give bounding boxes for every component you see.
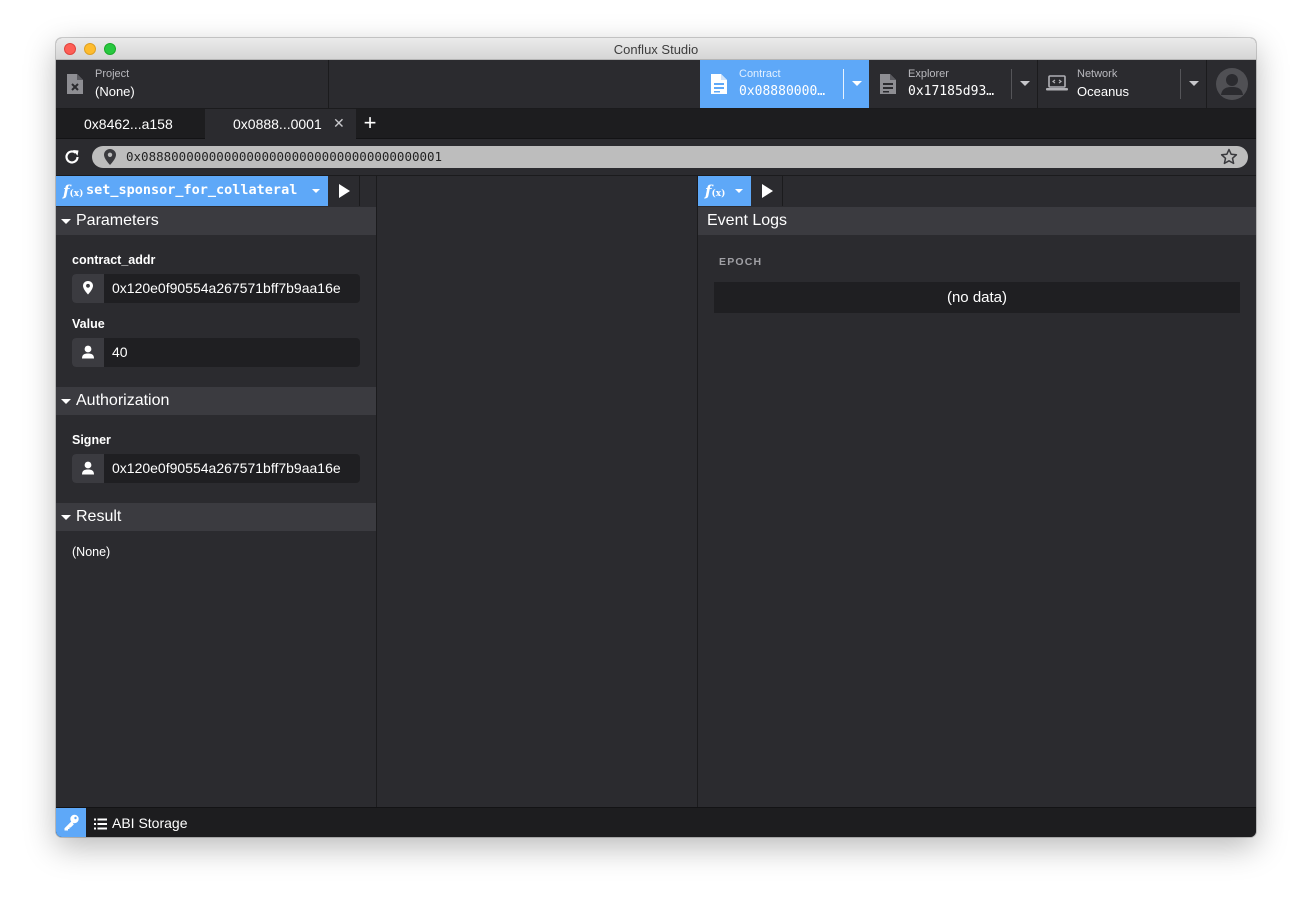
tab-label: 0x0888...0001 <box>233 116 322 132</box>
tab-0x8462[interactable]: 0x8462...a158 <box>56 109 204 139</box>
play-icon <box>762 184 773 198</box>
explorer-file-icon <box>879 73 897 95</box>
app-window: Conflux Studio Project (None) Contract 0… <box>56 38 1256 837</box>
window-titlebar: Conflux Studio <box>56 38 1256 60</box>
top-header: Project (None) Contract 0x08880000… Expl… <box>56 60 1256 109</box>
signer-label: Signer <box>72 433 111 447</box>
bottom-bar: ABI Storage <box>56 807 1256 837</box>
abi-storage-button[interactable]: ABI Storage <box>112 815 188 831</box>
explorer-value: 0x17185d93… <box>908 84 995 99</box>
address-bar: 0x08880000000000000000000000000000000000… <box>56 139 1256 176</box>
result-title: Result <box>76 508 122 525</box>
close-icon[interactable]: ✕ <box>333 115 345 132</box>
chevron-down-icon <box>735 189 743 193</box>
tab-label: 0x8462...a158 <box>84 116 173 132</box>
caret-down-icon <box>61 219 71 224</box>
map-pin-icon <box>72 274 104 303</box>
explorer-label: Explorer <box>908 68 949 80</box>
caret-down-icon <box>61 399 71 404</box>
project-value: (None) <box>95 84 135 99</box>
star-icon[interactable] <box>1220 148 1238 166</box>
file-close-icon <box>66 73 84 95</box>
contract-addr-value: 0x120e0f90554a267571bff7b9aa16e <box>112 280 341 296</box>
reload-icon[interactable] <box>62 147 82 167</box>
chevron-down-icon <box>1020 81 1030 86</box>
key-icon <box>64 814 79 831</box>
laptop-code-icon <box>1046 74 1068 96</box>
run-button[interactable] <box>328 176 360 206</box>
function-bar: f(x) set_sponsor_for_collateral <box>56 176 376 208</box>
user-icon <box>72 338 104 367</box>
event-function-bar: f(x) <box>698 176 1256 208</box>
value-label: Value <box>72 317 105 331</box>
explorer-selector[interactable]: Explorer 0x17185d93… <box>869 60 1038 108</box>
authorization-title: Authorization <box>76 392 170 409</box>
network-label: Network <box>1077 68 1118 80</box>
event-logs-panel: f(x) Event Logs EPOCH (no data) <box>698 176 1256 807</box>
network-value: Oceanus <box>1077 84 1130 99</box>
network-selector[interactable]: Network Oceanus <box>1038 60 1207 108</box>
contract-value: 0x08880000… <box>739 84 826 99</box>
project-label: Project <box>95 68 130 80</box>
event-logs-title: Event Logs <box>707 212 788 229</box>
function-icon: f(x) <box>705 182 726 200</box>
signer-field[interactable]: 0x120e0f90554a267571bff7b9aa16e <box>72 454 360 483</box>
parameters-section-header[interactable]: Parameters <box>56 207 376 235</box>
contract-selector[interactable]: Contract 0x08880000… <box>700 60 869 108</box>
function-selector[interactable]: f(x) set_sponsor_for_collateral <box>56 176 328 206</box>
result-value: (None) <box>72 545 111 559</box>
project-selector[interactable]: Project (None) <box>56 60 329 108</box>
event-run-button[interactable] <box>751 176 783 206</box>
authorization-section-header[interactable]: Authorization <box>56 387 376 415</box>
play-icon <box>339 184 350 198</box>
address-input[interactable]: 0x08880000000000000000000000000000000000… <box>92 146 1248 168</box>
address-value: 0x08880000000000000000000000000000000000… <box>126 149 443 164</box>
chevron-down-icon <box>1189 81 1199 86</box>
network-dropdown-toggle[interactable] <box>1180 60 1206 108</box>
epoch-column-header: EPOCH <box>719 256 763 268</box>
parameters-title: Parameters <box>76 212 159 229</box>
result-section-header[interactable]: Result <box>56 503 376 531</box>
chevron-down-icon <box>852 81 862 86</box>
function-panel: f(x) set_sponsor_for_collateral Paramete… <box>56 176 377 807</box>
list-icon <box>94 817 107 830</box>
event-selector[interactable]: f(x) <box>698 176 751 206</box>
signer-value: 0x120e0f90554a267571bff7b9aa16e <box>112 460 341 476</box>
value-input-value: 40 <box>112 344 128 360</box>
user-icon <box>1221 74 1243 95</box>
middle-panel <box>377 176 698 807</box>
add-tab-button[interactable]: + <box>360 110 380 138</box>
keypair-button[interactable] <box>56 808 86 837</box>
map-pin-icon <box>104 149 116 165</box>
function-name: set_sponsor_for_collateral <box>86 182 298 198</box>
tab-bar: 0x8462...a158 0x0888...0001 ✕ + <box>56 109 1256 139</box>
function-icon: f(x) <box>63 182 84 200</box>
window-title: Conflux Studio <box>613 42 699 57</box>
contract-file-icon <box>710 73 728 95</box>
caret-down-icon <box>61 515 71 520</box>
contract-label: Contract <box>739 68 781 80</box>
contract-addr-label: contract_addr <box>72 253 156 267</box>
contract-addr-field[interactable]: 0x120e0f90554a267571bff7b9aa16e <box>72 274 360 303</box>
tab-0x0888[interactable]: 0x0888...0001 ✕ <box>205 109 356 139</box>
user-icon <box>72 454 104 483</box>
user-avatar-button[interactable] <box>1216 68 1248 100</box>
value-field[interactable]: 40 <box>72 338 360 367</box>
chevron-down-icon <box>312 189 320 193</box>
no-data-row: (no data) <box>714 282 1240 313</box>
explorer-dropdown-toggle[interactable] <box>1011 60 1037 108</box>
contract-dropdown-toggle[interactable] <box>843 60 869 108</box>
event-logs-header: Event Logs <box>698 207 1256 235</box>
